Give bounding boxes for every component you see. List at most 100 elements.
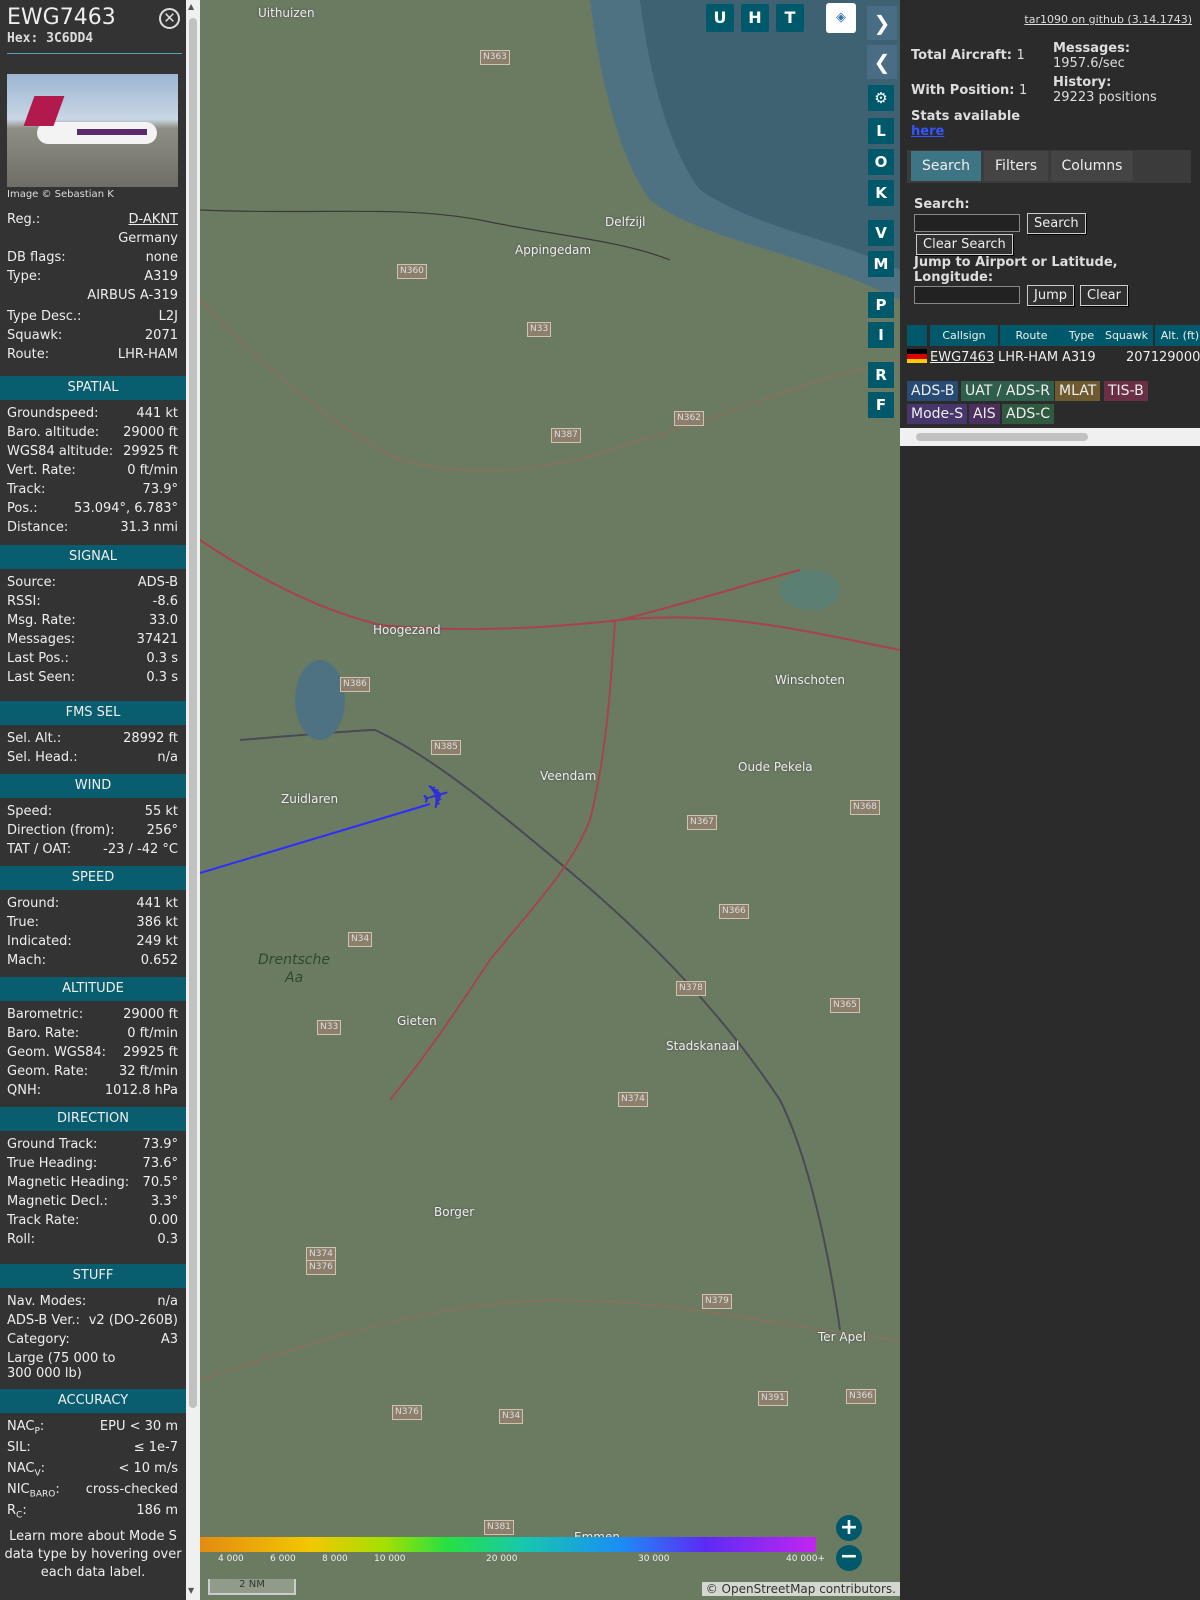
column-header-alt-ft[interactable]: Alt. (ft) [1155, 325, 1200, 346]
info-value: 0 ft/min [127, 1026, 178, 1041]
map-button-m[interactable]: M [868, 251, 894, 277]
info-value: 31.3 nmi [120, 520, 178, 535]
info-row: Speed: 55 kt [7, 804, 178, 823]
jump-label: Jump to Airport or Latitude, Longitude: [914, 255, 1118, 285]
section-header-direction[interactable]: DIRECTION [0, 1107, 186, 1131]
section-header-fms-sel[interactable]: FMS SEL [0, 701, 186, 725]
info-value: 256° [146, 823, 178, 838]
info-label: True Heading: [7, 1156, 98, 1171]
road-label: N378 [676, 981, 706, 996]
road-label: N33 [527, 322, 552, 337]
info-value: 386 kt [136, 915, 178, 930]
source-tag-mode-s[interactable]: Mode-S [907, 404, 968, 424]
info-label: Last Seen: [7, 670, 76, 685]
clear-search-button[interactable]: Clear Search [916, 234, 1013, 255]
info-row: Reg.: D-AKNT [7, 212, 178, 231]
info-value: A319 [144, 269, 178, 284]
map-button-l[interactable]: L [868, 118, 894, 144]
info-row: Mach: 0.652 [7, 953, 178, 972]
info-value[interactable]: D-AKNT [129, 212, 179, 227]
town-label: Aa [285, 970, 304, 986]
column-header-type[interactable]: Type [1063, 325, 1100, 346]
collapse-left-icon[interactable]: ❮ [867, 45, 897, 79]
info-row: Track: 73.9° [7, 482, 178, 501]
section-header-stuff[interactable]: STUFF [0, 1264, 186, 1288]
section-header-wind[interactable]: WIND [0, 774, 186, 798]
row-callsign[interactable]: EWG7463 [930, 347, 994, 368]
info-value: 0.3 [157, 1232, 178, 1247]
info-row: ADS-B Ver.: v2 (DO-260B) [7, 1313, 178, 1332]
zoom-in-icon[interactable]: + [836, 1515, 862, 1541]
jump-input[interactable] [914, 286, 1020, 304]
info-label: Category: [7, 1332, 70, 1347]
history-label: History: [1053, 75, 1112, 90]
map-button-k[interactable]: K [868, 180, 894, 206]
tab-columns[interactable]: Columns [1051, 151, 1133, 181]
settings-gear-icon[interactable]: ⚙ [868, 85, 894, 111]
search-button[interactable]: Search [1027, 213, 1086, 234]
source-tag-tis-b[interactable]: TIS-B [1104, 381, 1148, 401]
scale-tick-label: 40 000+ [786, 1554, 826, 1564]
tab-filters[interactable]: Filters [984, 151, 1048, 181]
map-button-v[interactable]: V [868, 220, 894, 246]
close-icon[interactable]: ✕ [159, 8, 180, 29]
search-input[interactable] [914, 214, 1020, 232]
column-header-squawk[interactable]: Squawk [1100, 325, 1153, 346]
info-row: Squawk: 2071 [7, 328, 178, 347]
source-tag-uat-ads-r[interactable]: UAT / ADS-R [961, 381, 1054, 401]
aircraft-photo[interactable] [7, 74, 178, 187]
info-row: Baro. Rate: 0 ft/min [7, 1026, 178, 1045]
info-label: RSSI: [7, 594, 41, 609]
column-header-route[interactable]: Route [1000, 325, 1063, 346]
zoom-out-icon[interactable]: − [836, 1545, 862, 1571]
clear-button[interactable]: Clear [1080, 285, 1128, 306]
map[interactable]: ✈ Uithuizen Appingedam Delfzijl Hoogezand Wi… [200, 0, 900, 1600]
source-tag-mlat[interactable]: MLAT [1055, 381, 1101, 401]
section-header-signal[interactable]: SIGNAL [0, 545, 186, 569]
map-button-r[interactable]: R [868, 362, 894, 388]
tab-search[interactable]: Search [911, 151, 981, 181]
road-label: N381 [484, 1520, 514, 1535]
map-button-u[interactable]: U [706, 4, 734, 32]
info-label: Mach: [7, 953, 46, 968]
map-button-h[interactable]: H [741, 4, 769, 32]
road-label: N367 [687, 815, 717, 830]
label-sub: BARO [29, 1489, 56, 1500]
info-row: Category: A3 [7, 1332, 178, 1351]
map-button-o[interactable]: O [868, 149, 894, 175]
info-scrollbar[interactable]: ▲ ▼ [186, 0, 200, 1600]
with-position-label: With Position: [911, 83, 1015, 98]
info-row: AIRBUS A-319 [7, 288, 178, 307]
source-tag-ads-b[interactable]: ADS-B [907, 381, 959, 401]
layers-icon[interactable]: ◈ [826, 3, 856, 33]
section-header-speed[interactable]: SPEED [0, 866, 186, 890]
town-label: Delfzijl [605, 215, 646, 229]
info-row: Route: LHR-HAM [7, 347, 178, 366]
info-value: 29000 ft [123, 425, 178, 440]
info-row: QNH: 1012.8 hPa [7, 1083, 178, 1102]
selected-hex: Hex: 3C6DD4 [7, 31, 94, 46]
map-button-i[interactable]: I [868, 322, 894, 348]
info-value: 0.3 s [146, 670, 178, 685]
section-header-altitude[interactable]: ALTITUDE [0, 977, 186, 1001]
map-button-t[interactable]: T [776, 4, 804, 32]
with-position-value: 1 [1019, 83, 1028, 98]
info-value: 0.652 [140, 953, 178, 968]
github-link[interactable]: tar1090 on github (3.14.1743) [1024, 13, 1192, 26]
map-button-p[interactable]: P [868, 292, 894, 318]
expand-right-icon[interactable]: ❯ [867, 6, 897, 40]
stats-link[interactable]: here [911, 124, 944, 139]
source-tag-ads-c[interactable]: ADS-C [1002, 404, 1055, 424]
info-row: Roll: 0.3 [7, 1232, 178, 1251]
column-header-callsign[interactable]: Callsign [930, 325, 998, 346]
jump-button[interactable]: Jump [1027, 285, 1074, 306]
source-tag-ais[interactable]: AIS [969, 404, 1000, 424]
info-label: Route: [7, 347, 50, 362]
info-label: Ground Track: [7, 1137, 98, 1152]
list-h-scrollbar[interactable] [900, 428, 1200, 446]
section-header-accuracy[interactable]: ACCURACY [0, 1389, 186, 1413]
info-label: Type: [7, 269, 42, 284]
info-row: Type Desc.: L2J [7, 309, 178, 328]
section-header-spatial[interactable]: SPATIAL [0, 376, 186, 400]
map-button-f[interactable]: F [868, 392, 894, 418]
